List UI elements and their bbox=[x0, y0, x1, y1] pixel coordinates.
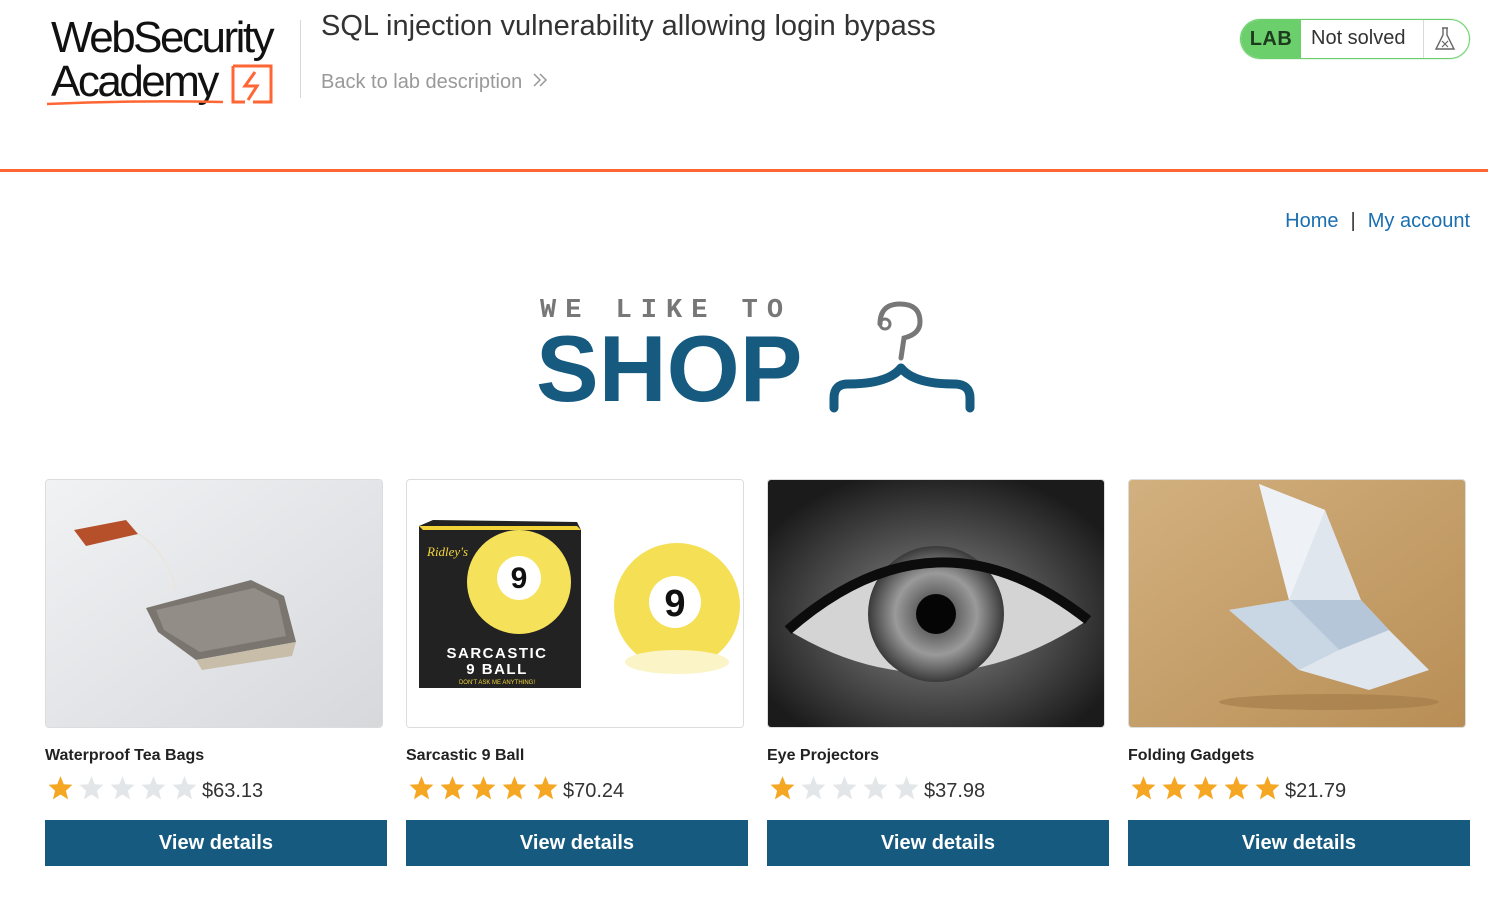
header-accent-rule bbox=[0, 169, 1488, 172]
star-filled-icon bbox=[1224, 776, 1249, 800]
rating-stars bbox=[767, 775, 922, 801]
nav-my-account-link[interactable]: My account bbox=[1368, 210, 1470, 233]
shop-hero-banner: WE LIKE TO SHOP bbox=[536, 296, 978, 421]
star-filled-icon bbox=[770, 776, 795, 800]
lab-status-separator bbox=[1423, 20, 1424, 58]
star-filled-icon bbox=[1193, 776, 1218, 800]
product-card: 9 Ridley's SARCASTIC 9 BALL DON'T ASK ME… bbox=[406, 479, 748, 866]
product-image-eye[interactable] bbox=[767, 479, 1105, 728]
box-ball-number: 9 bbox=[511, 562, 528, 595]
product-name: Eye Projectors bbox=[767, 747, 880, 764]
view-details-button[interactable]: View details bbox=[767, 820, 1109, 866]
hero-brand: SHOP bbox=[536, 316, 803, 421]
rating-stars bbox=[1128, 775, 1283, 801]
product-name: Sarcastic 9 Ball bbox=[406, 747, 525, 764]
product-card: Eye Projectors $37.98 View details bbox=[767, 479, 1109, 866]
top-nav: Home | My account bbox=[1285, 210, 1470, 233]
star-filled-icon bbox=[48, 776, 73, 800]
rating-stars bbox=[406, 775, 561, 801]
logo-bolt-icon bbox=[46, 64, 273, 106]
star-filled-icon bbox=[409, 776, 434, 800]
star-filled-icon bbox=[1162, 776, 1187, 800]
web-security-academy-logo[interactable]: WebSecurity Academy bbox=[45, 14, 300, 109]
star-filled-icon bbox=[533, 776, 558, 800]
product-name: Waterproof Tea Bags bbox=[45, 747, 205, 764]
product-name: Folding Gadgets bbox=[1128, 747, 1255, 764]
product-price: $37.98 bbox=[924, 780, 986, 802]
double-chevron-right-icon bbox=[532, 71, 548, 94]
header-divider bbox=[300, 20, 301, 98]
star-empty-icon bbox=[79, 776, 104, 800]
lab-status-text: Not solved bbox=[1311, 27, 1406, 49]
box-title-line-2: 9 BALL bbox=[466, 661, 528, 678]
lab-header: WebSecurity Academy SQL injection vulner… bbox=[0, 0, 1488, 170]
star-filled-icon bbox=[1131, 776, 1156, 800]
star-empty-icon bbox=[172, 776, 197, 800]
nav-home-link[interactable]: Home bbox=[1285, 210, 1338, 233]
product-price: $21.79 bbox=[1285, 780, 1347, 802]
box-brand-text: Ridley's bbox=[426, 544, 468, 559]
product-card: Folding Gadgets $21.79 View details bbox=[1128, 479, 1470, 866]
product-price: $63.13 bbox=[202, 780, 264, 802]
star-filled-icon bbox=[440, 776, 465, 800]
product-image-nine-ball[interactable]: 9 Ridley's SARCASTIC 9 BALL DON'T ASK ME… bbox=[406, 479, 744, 728]
ball-number: 9 bbox=[664, 583, 685, 625]
star-filled-icon bbox=[1255, 776, 1280, 800]
star-filled-icon bbox=[502, 776, 527, 800]
view-details-button[interactable]: View details bbox=[1128, 820, 1470, 866]
star-empty-icon bbox=[801, 776, 826, 800]
star-empty-icon bbox=[863, 776, 888, 800]
view-details-button[interactable]: View details bbox=[45, 820, 387, 866]
box-title-line-1: SARCASTIC bbox=[446, 645, 547, 662]
product-image-origami[interactable] bbox=[1128, 479, 1466, 728]
nav-separator: | bbox=[1350, 210, 1356, 232]
product-card: Waterproof Tea Bags $63.13 View details bbox=[45, 479, 387, 866]
star-empty-icon bbox=[894, 776, 919, 800]
star-empty-icon bbox=[110, 776, 135, 800]
star-empty-icon bbox=[832, 776, 857, 800]
star-filled-icon bbox=[471, 776, 496, 800]
flask-icon bbox=[1433, 26, 1457, 57]
box-tagline: DON'T ASK ME ANYTHING! bbox=[459, 680, 535, 686]
hanger-icon bbox=[829, 301, 975, 413]
rating-stars bbox=[45, 775, 200, 801]
back-to-lab-description-link[interactable]: Back to lab description bbox=[321, 71, 548, 94]
lab-title: SQL injection vulnerability allowing log… bbox=[321, 10, 936, 42]
product-image-tea-bags[interactable] bbox=[45, 479, 383, 728]
view-details-button[interactable]: View details bbox=[406, 820, 748, 866]
lab-badge: LAB bbox=[1241, 20, 1301, 58]
lab-status-widget: LAB Not solved bbox=[1240, 19, 1470, 59]
product-price: $70.24 bbox=[563, 780, 625, 802]
star-empty-icon bbox=[141, 776, 166, 800]
back-link-label: Back to lab description bbox=[321, 71, 523, 93]
